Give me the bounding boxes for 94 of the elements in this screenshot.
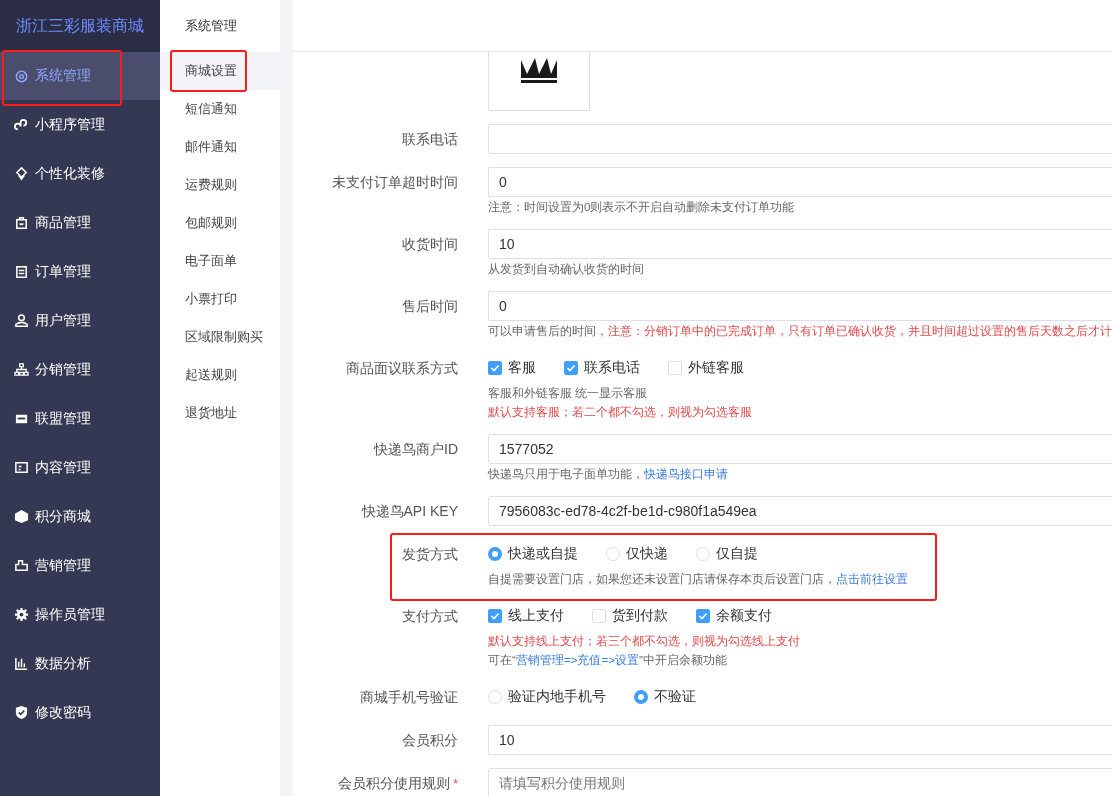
- submenu-item[interactable]: 电子面单: [160, 242, 280, 280]
- required-mark: *: [453, 777, 458, 791]
- text-input[interactable]: 请填写积分使用规则: [488, 768, 1112, 796]
- submenu-item[interactable]: 邮件通知: [160, 128, 280, 166]
- sidebar-item[interactable]: 积分商城: [0, 492, 160, 541]
- submenu-item[interactable]: 小票打印: [160, 280, 280, 318]
- checkbox[interactable]: [488, 361, 502, 375]
- radio-button[interactable]: [634, 690, 648, 704]
- menu-item-icon: [14, 460, 29, 475]
- sidebar-item[interactable]: 个性化装修: [0, 149, 160, 198]
- checkbox[interactable]: [696, 609, 710, 623]
- sidebar-item[interactable]: 内容管理: [0, 443, 160, 492]
- checkbox-option[interactable]: 线上支付: [488, 607, 564, 625]
- help-link[interactable]: 点击前往设置: [836, 572, 908, 585]
- menu-item-icon: [14, 215, 29, 230]
- checkmark-icon: [698, 611, 708, 621]
- submenu-item[interactable]: 短信通知: [160, 90, 280, 128]
- radio-option[interactable]: 快递或自提: [488, 545, 578, 563]
- field-label: 商城手机号验证: [360, 689, 458, 705]
- menu-item-icon: [14, 558, 29, 573]
- checkbox[interactable]: [564, 361, 578, 375]
- text-input[interactable]: [488, 124, 1112, 154]
- help-text: 自提需要设置门店，如果您还未设置门店请保存本页后设置门店，点击前往设置: [488, 571, 909, 587]
- help-text: 可在“营销管理=>充值=>设置”中开启余额功能: [488, 652, 728, 668]
- checkmark-icon: [490, 363, 500, 373]
- checkbox-option[interactable]: 货到付款: [592, 607, 668, 625]
- menu-item-icon: [14, 117, 29, 132]
- help-text: 从发货到自动确认收货的时间: [488, 261, 645, 277]
- submenu-item[interactable]: 区域限制购买: [160, 318, 280, 356]
- help-text: 默认支持线上支付；若三个都不勾选，则视为勾选线上支付: [488, 633, 801, 649]
- help-text: 注意：时间设置为0则表示不开启自动删除未支付订单功能: [488, 199, 796, 215]
- submenu-item[interactable]: 退货地址: [160, 394, 280, 432]
- radio-option[interactable]: 不验证: [634, 688, 696, 706]
- menu-item-icon: [14, 313, 29, 328]
- sidebar-item[interactable]: 小程序管理: [0, 100, 160, 149]
- checkmark-icon: [566, 363, 576, 373]
- sidebar-item[interactable]: 营销管理: [0, 541, 160, 590]
- radio-option[interactable]: 验证内地手机号: [488, 688, 606, 706]
- field-label: 快递鸟商户ID: [374, 441, 458, 457]
- checkbox-option[interactable]: 外链客服: [668, 359, 744, 377]
- text-input[interactable]: 10: [488, 725, 1112, 755]
- field-label: 支付方式: [402, 608, 458, 624]
- help-link[interactable]: 快递鸟接口申请: [644, 467, 728, 480]
- help-text: 客服和外链客服 统一显示客服: [488, 385, 649, 401]
- field-label: 收货时间: [402, 236, 458, 252]
- text-input[interactable]: 1577052: [488, 434, 1112, 464]
- checkbox-option[interactable]: 客服: [488, 359, 536, 377]
- menu-item-icon: [14, 362, 29, 377]
- menu-item-icon: [14, 509, 29, 524]
- sidebar-item[interactable]: 订单管理: [0, 247, 160, 296]
- sidebar-item[interactable]: 用户管理: [0, 296, 160, 345]
- sidebar-item[interactable]: 数据分析: [0, 639, 160, 688]
- text-input[interactable]: 0: [488, 167, 1112, 197]
- checkbox-option[interactable]: 联系电话: [564, 359, 640, 377]
- checkmark-icon: [490, 611, 500, 621]
- logo-image[interactable]: [488, 52, 590, 111]
- field-label: 会员积分: [402, 732, 458, 748]
- radio-button[interactable]: [488, 547, 502, 561]
- submenu-item[interactable]: 商城设置: [160, 52, 280, 90]
- radio-option[interactable]: 仅快递: [606, 545, 668, 563]
- text-input[interactable]: 0: [488, 291, 1112, 321]
- field-label: 商品面议联系方式: [346, 360, 458, 376]
- text-input[interactable]: 10: [488, 229, 1112, 259]
- sidebar-item[interactable]: 联盟管理: [0, 394, 160, 443]
- field-label: 会员积分使用规则: [338, 775, 451, 791]
- submenu-item[interactable]: 运费规则: [160, 166, 280, 204]
- text-input[interactable]: 7956083c-ed78-4c2f-be1d-c980f1a549ea: [488, 496, 1112, 526]
- menu-item-icon: [14, 68, 29, 84]
- field-label: 联系电话: [402, 131, 458, 147]
- help-text: 默认支持客服；若二个都不勾选，则视为勾选客服: [488, 404, 753, 420]
- submenu-item[interactable]: 包邮规则: [160, 204, 280, 242]
- field-label: 售后时间: [402, 298, 458, 314]
- app-title: 浙江三彩服装商城: [16, 15, 144, 36]
- sidebar-item[interactable]: 分销管理: [0, 345, 160, 394]
- field-label: 未支付订单超时时间: [332, 174, 458, 190]
- field-label: 发货方式: [402, 546, 458, 562]
- menu-item-icon: [14, 607, 29, 622]
- help-text: 快递鸟只用于电子面单功能，快递鸟接口申请: [488, 466, 729, 482]
- section-title: 系统管理: [185, 17, 237, 35]
- sidebar-item[interactable]: 操作员管理: [0, 590, 160, 639]
- submenu-item[interactable]: 起送规则: [160, 356, 280, 394]
- help-link[interactable]: 营销管理=>充值=>设置: [515, 653, 639, 666]
- sidebar-item[interactable]: 系统管理: [0, 52, 160, 100]
- menu-item-icon: [14, 656, 29, 671]
- checkbox-option[interactable]: 余额支付: [696, 607, 772, 625]
- radio-option[interactable]: 仅自提: [696, 545, 758, 563]
- menu-item-icon: [14, 166, 29, 181]
- help-text: 可以申请售后的时间，注意：分销订单中的已完成订单，只有订单已确认收货，并且时间超过设置的售后天数之后才计: [488, 323, 1112, 339]
- sidebar-item[interactable]: 修改密码: [0, 688, 160, 737]
- menu-item-icon: [14, 705, 29, 720]
- menu-item-icon: [14, 264, 29, 279]
- checkbox[interactable]: [488, 609, 502, 623]
- sidebar-item[interactable]: 商品管理: [0, 198, 160, 247]
- field-label: 快递鸟API KEY: [361, 503, 458, 519]
